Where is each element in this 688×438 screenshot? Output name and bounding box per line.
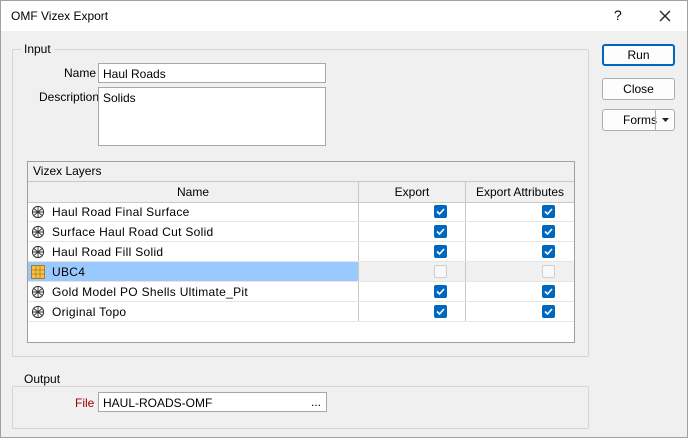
table-row[interactable]: Original Topo — [28, 302, 574, 322]
export-attributes-checkbox[interactable] — [542, 305, 555, 318]
layer-name: UBC4 — [52, 265, 86, 279]
layer-name: Gold Model PO Shells Ultimate_Pit — [52, 285, 248, 299]
surface-icon — [31, 305, 45, 319]
layer-name-cell[interactable]: Haul Road Fill Solid — [28, 242, 359, 261]
export-checkbox[interactable] — [434, 205, 447, 218]
close-icon — [659, 10, 671, 22]
name-label: Name — [64, 66, 97, 80]
file-input[interactable]: HAUL-ROADS-OMF ... — [98, 392, 327, 412]
export-attributes-cell — [466, 202, 574, 221]
export-checkbox[interactable] — [434, 305, 447, 318]
layer-name: Haul Road Fill Solid — [52, 245, 164, 259]
table-row[interactable]: Haul Road Final Surface — [28, 202, 574, 222]
name-input[interactable]: Haul Roads — [98, 63, 326, 83]
export-cell — [359, 282, 466, 301]
export-cell — [359, 202, 466, 221]
layer-name-cell[interactable]: UBC4 — [28, 262, 359, 281]
export-attributes-checkbox[interactable] — [542, 225, 555, 238]
export-attributes-cell — [466, 302, 574, 321]
table-row[interactable]: UBC4 — [28, 262, 574, 282]
layer-name: Surface Haul Road Cut Solid — [52, 225, 214, 239]
export-checkbox[interactable] — [434, 245, 447, 258]
help-button[interactable]: ? — [614, 7, 622, 23]
browse-button[interactable]: ... — [311, 395, 321, 409]
input-legend: Input — [21, 42, 54, 56]
chevron-down-icon — [662, 118, 669, 122]
surface-icon — [31, 245, 45, 259]
close-window-button[interactable] — [651, 4, 679, 28]
forms-button[interactable]: Forms — [602, 109, 675, 131]
surface-icon — [31, 285, 45, 299]
block-model-icon — [31, 265, 45, 279]
export-attributes-cell — [466, 222, 574, 241]
description-input[interactable]: Solids — [98, 87, 326, 146]
column-header-name[interactable]: Name — [28, 182, 359, 202]
layer-name-cell[interactable]: Gold Model PO Shells Ultimate_Pit — [28, 282, 359, 301]
title-bar: OMF Vizex Export ? — [1, 1, 687, 31]
surface-icon — [31, 205, 45, 219]
export-attributes-cell — [466, 262, 574, 281]
file-value: HAUL-ROADS-OMF — [103, 396, 213, 410]
export-cell — [359, 302, 466, 321]
surface-icon — [31, 225, 45, 239]
dialog-window: OMF Vizex Export ? Input Name Haul Roads… — [0, 0, 688, 438]
export-cell — [359, 222, 466, 241]
file-label: File — [75, 396, 95, 410]
close-button[interactable]: Close — [602, 78, 675, 100]
window-title: OMF Vizex Export — [11, 9, 109, 23]
forms-label: Forms — [623, 113, 657, 127]
table-row[interactable]: Surface Haul Road Cut Solid — [28, 222, 574, 242]
export-attributes-checkbox[interactable] — [542, 245, 555, 258]
column-header-export-attributes[interactable]: Export Attributes — [466, 182, 574, 202]
export-cell — [359, 262, 466, 281]
export-attributes-checkbox[interactable] — [542, 205, 555, 218]
output-legend: Output — [21, 372, 64, 386]
description-label: Description — [39, 90, 100, 104]
export-attributes-checkbox[interactable] — [542, 285, 555, 298]
export-checkbox[interactable] — [434, 265, 447, 278]
table-row[interactable]: Haul Road Fill Solid — [28, 242, 574, 262]
layer-name-cell[interactable]: Surface Haul Road Cut Solid — [28, 222, 359, 241]
export-attributes-cell — [466, 242, 574, 261]
export-checkbox[interactable] — [434, 225, 447, 238]
grid-header: Name Export Export Attributes — [28, 182, 574, 203]
forms-dropdown[interactable] — [655, 110, 675, 130]
table-row[interactable]: Gold Model PO Shells Ultimate_Pit — [28, 282, 574, 302]
run-button[interactable]: Run — [602, 44, 675, 66]
layer-name: Original Topo — [52, 305, 127, 319]
column-header-export[interactable]: Export — [359, 182, 466, 202]
grid-caption: Vizex Layers — [28, 162, 574, 182]
export-checkbox[interactable] — [434, 285, 447, 298]
vizex-layers-grid: Vizex Layers Name Export Export Attribut… — [27, 161, 575, 343]
export-attributes-checkbox[interactable] — [542, 265, 555, 278]
export-cell — [359, 242, 466, 261]
layer-name: Haul Road Final Surface — [52, 205, 190, 219]
layer-name-cell[interactable]: Haul Road Final Surface — [28, 202, 359, 221]
export-attributes-cell — [466, 282, 574, 301]
layer-name-cell[interactable]: Original Topo — [28, 302, 359, 321]
